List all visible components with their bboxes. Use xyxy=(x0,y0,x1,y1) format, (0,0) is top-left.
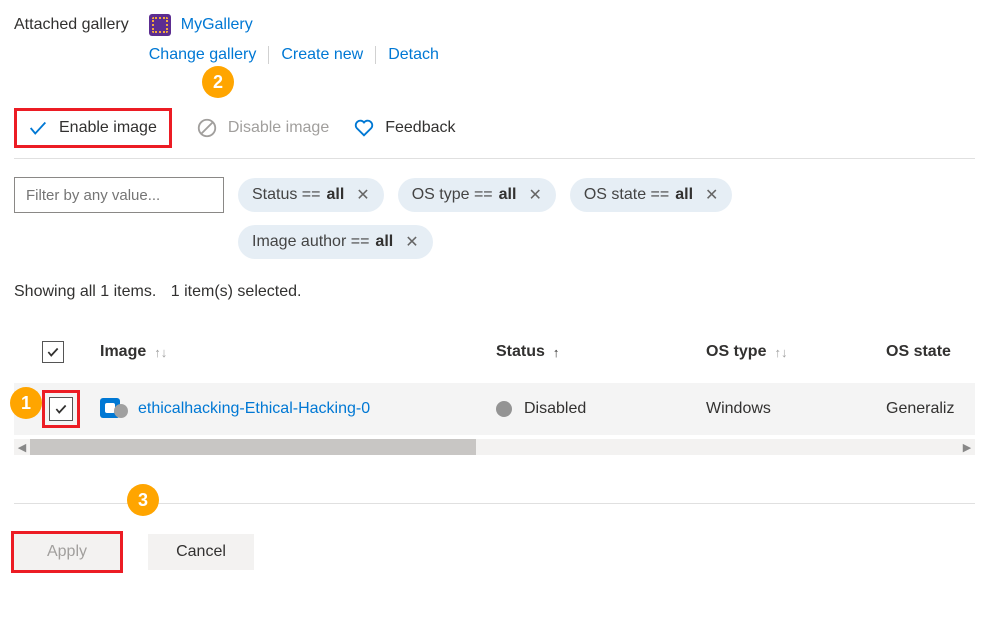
filter-pill-os-type[interactable]: OS type == all ✕ xyxy=(398,178,556,212)
col-header-os-type-label: OS type xyxy=(706,343,766,361)
pill-value: all xyxy=(675,186,693,204)
row-checkbox[interactable] xyxy=(49,397,73,421)
col-header-os-type[interactable]: OS type ↑↓ xyxy=(706,343,886,361)
feedback-label: Feedback xyxy=(385,119,455,137)
col-header-os-state[interactable]: OS state xyxy=(886,343,975,361)
os-state-text: Generaliz xyxy=(886,400,954,418)
scroll-right-icon[interactable]: ▶ xyxy=(959,441,975,454)
col-header-status-label: Status xyxy=(496,343,545,361)
detach-link[interactable]: Detach xyxy=(376,46,451,64)
pill-label: Status == xyxy=(252,186,321,204)
scroll-left-icon[interactable]: ◀ xyxy=(14,441,30,454)
sort-up-icon: ↑ xyxy=(553,345,560,360)
results-showing-text: Showing all 1 items. xyxy=(14,283,156,300)
table-row[interactable]: ethicalhacking-Ethical-Hacking-0 Disable… xyxy=(14,383,975,435)
cancel-button[interactable]: Cancel xyxy=(148,534,254,570)
close-icon[interactable]: ✕ xyxy=(705,185,718,205)
close-icon[interactable]: ✕ xyxy=(356,185,369,205)
prohibit-icon xyxy=(196,117,218,139)
pill-value: all xyxy=(375,233,393,251)
status-text: Disabled xyxy=(524,400,586,418)
attached-gallery-label: Attached gallery xyxy=(14,14,129,34)
filter-input[interactable] xyxy=(14,177,224,213)
os-type-text: Windows xyxy=(706,400,771,418)
pill-label: OS state == xyxy=(584,186,669,204)
filter-pill-os-state[interactable]: OS state == all ✕ xyxy=(570,178,733,212)
gallery-icon xyxy=(149,14,171,36)
image-name-link[interactable]: ethicalhacking-Ethical-Hacking-0 xyxy=(138,400,370,418)
enable-image-button[interactable]: Enable image xyxy=(14,108,172,148)
col-header-image-label: Image xyxy=(100,343,146,361)
pill-value: all xyxy=(327,186,345,204)
disable-image-label: Disable image xyxy=(228,119,329,137)
select-all-checkbox[interactable] xyxy=(42,341,64,363)
create-new-link[interactable]: Create new xyxy=(269,46,375,64)
gallery-name-link[interactable]: MyGallery xyxy=(181,16,253,34)
pill-label: Image author == xyxy=(252,233,369,251)
close-icon[interactable]: ✕ xyxy=(405,232,418,252)
vm-image-icon xyxy=(100,396,126,422)
horizontal-scrollbar[interactable]: ◀ ▶ xyxy=(14,439,975,455)
col-header-status[interactable]: Status ↑ xyxy=(496,343,706,361)
row-checkbox-highlight xyxy=(42,390,80,428)
annotation-step-2: 2 xyxy=(202,66,234,98)
results-selected-text: 1 item(s) selected. xyxy=(171,283,302,300)
check-icon xyxy=(27,117,49,139)
close-icon[interactable]: ✕ xyxy=(528,185,541,205)
pill-value: all xyxy=(499,186,517,204)
col-header-os-state-label: OS state xyxy=(886,343,951,361)
scroll-thumb[interactable] xyxy=(30,439,476,455)
apply-button[interactable]: Apply xyxy=(14,534,120,570)
col-header-image[interactable]: Image ↑↓ xyxy=(96,343,496,361)
pill-label: OS type == xyxy=(412,186,493,204)
sort-icon: ↑↓ xyxy=(774,345,787,360)
feedback-button[interactable]: Feedback xyxy=(353,117,455,139)
status-dot-icon xyxy=(496,401,512,417)
heart-icon xyxy=(353,117,375,139)
change-gallery-link[interactable]: Change gallery xyxy=(149,46,269,64)
enable-image-label: Enable image xyxy=(59,119,157,137)
filter-pill-image-author[interactable]: Image author == all ✕ xyxy=(238,225,433,259)
table-header: Image ↑↓ Status ↑ OS type ↑↓ OS state xyxy=(14,331,975,373)
disable-image-button: Disable image xyxy=(196,117,329,139)
filter-pill-status[interactable]: Status == all ✕ xyxy=(238,178,384,212)
sort-icon: ↑↓ xyxy=(154,345,167,360)
scroll-track[interactable] xyxy=(30,439,959,455)
annotation-step-1: 1 xyxy=(10,387,42,419)
annotation-step-3: 3 xyxy=(127,484,159,516)
